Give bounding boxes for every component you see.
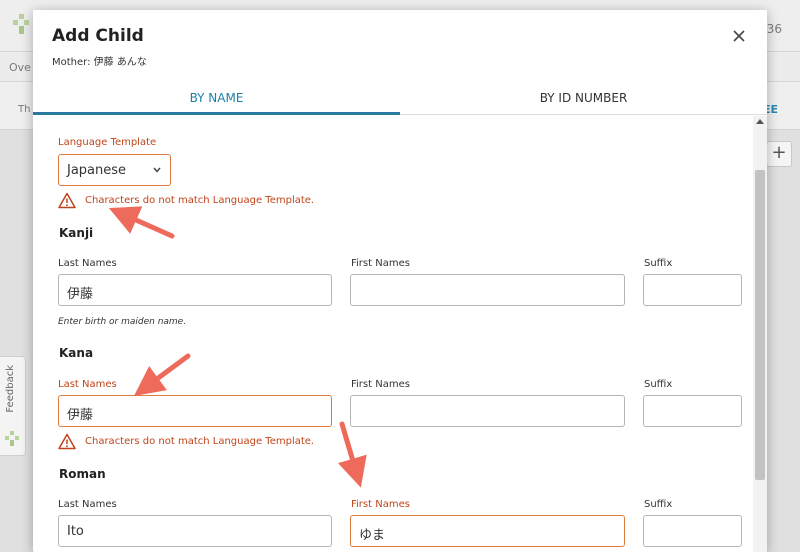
form-scroll-area: Language Template Japanese Characters do…: [33, 116, 767, 552]
dialog-title: Add Child: [52, 26, 144, 46]
kanji-hint: Enter birth or maiden name.: [58, 317, 187, 327]
roman-suffix-input[interactable]: [643, 515, 742, 547]
roman-last-names-label: Last Names: [58, 499, 117, 510]
scroll-up-arrow-icon[interactable]: [756, 119, 764, 124]
kanji-last-names-input[interactable]: 伊藤: [58, 274, 332, 306]
kana-first-names-label: First Names: [351, 379, 410, 390]
dialog-subtitle: Mother: 伊藤 あんな: [52, 57, 147, 68]
kana-last-names-input[interactable]: 伊藤: [58, 395, 332, 427]
roman-heading: Roman: [59, 467, 106, 481]
roman-first-names-label: First Names: [351, 499, 410, 510]
add-child-dialog: Add Child Mother: 伊藤 あんな BY NAME BY ID N…: [33, 10, 767, 552]
language-warning-text: Characters do not match Language Templat…: [85, 195, 315, 206]
language-template-select[interactable]: Japanese: [58, 154, 171, 186]
warning-icon: [58, 433, 76, 450]
scrollbar-thumb[interactable]: [755, 170, 765, 480]
roman-last-names-input[interactable]: Ito: [58, 515, 332, 547]
tab-bar: BY NAME BY ID NUMBER: [33, 88, 767, 115]
kanji-first-names-input[interactable]: [350, 274, 625, 306]
roman-first-names-input[interactable]: ゆま: [350, 515, 625, 547]
tab-by-id-number[interactable]: BY ID NUMBER: [400, 88, 767, 115]
kana-warning: Characters do not match Language Templat…: [58, 433, 338, 451]
background-add-button: +: [766, 141, 792, 167]
close-button[interactable]: [729, 26, 749, 46]
tree-logo-icon: [5, 431, 19, 446]
kanji-first-names-label: First Names: [351, 258, 410, 269]
kanji-heading: Kanji: [59, 226, 94, 240]
kana-last-names-label: Last Names: [58, 379, 117, 390]
language-template-label: Language Template: [58, 137, 157, 148]
scrollbar[interactable]: [753, 116, 767, 552]
feedback-label: Feedback: [5, 365, 16, 413]
background-sub-text: Th: [18, 104, 31, 115]
language-template-value: Japanese: [67, 163, 127, 178]
roman-suffix-label: Suffix: [644, 499, 673, 510]
background-count: 36: [766, 22, 782, 36]
kana-warning-text: Characters do not match Language Templat…: [85, 436, 315, 447]
kana-suffix-input[interactable]: [643, 395, 742, 427]
kanji-suffix-input[interactable]: [643, 274, 742, 306]
tree-logo-icon: [13, 14, 29, 34]
kana-heading: Kana: [59, 346, 94, 360]
chevron-down-icon: [153, 167, 161, 173]
language-warning: Characters do not match Language Templat…: [58, 192, 338, 210]
tab-by-name[interactable]: BY NAME: [33, 88, 400, 115]
feedback-tab[interactable]: Feedback: [0, 356, 26, 456]
kanji-suffix-label: Suffix: [644, 258, 673, 269]
close-icon: [733, 30, 745, 42]
background-nav-text: Ove: [9, 61, 31, 74]
warning-icon: [58, 192, 76, 209]
kana-first-names-input[interactable]: [350, 395, 625, 427]
kana-suffix-label: Suffix: [644, 379, 673, 390]
kanji-last-names-label: Last Names: [58, 258, 117, 269]
